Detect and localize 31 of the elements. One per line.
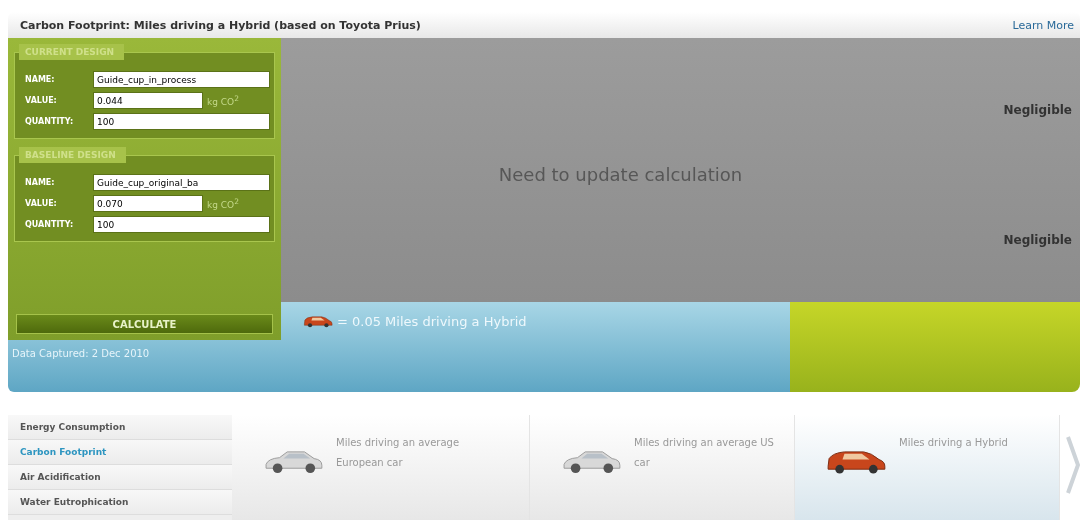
input-field[interactable]: 0.070: [93, 195, 203, 212]
input-field[interactable]: Guide_cup_in_process: [93, 71, 270, 88]
input-field[interactable]: 100: [93, 113, 270, 130]
field-label: QUANTITY:: [25, 117, 75, 126]
equivalence-text: = 0.05 Miles driving a Hybrid: [337, 313, 527, 329]
fieldset-legend: BASELINE DESIGN: [19, 147, 126, 163]
unit-label: kg CO$^{2}$: [206, 197, 240, 210]
menu-item[interactable]: Water Eutrophication: [8, 490, 232, 515]
field-label: VALUE:: [25, 199, 58, 208]
calculate-button[interactable]: CALCULATE: [16, 314, 273, 334]
menu-item[interactable]: Energy Consumption: [8, 415, 232, 440]
field-label: NAME:: [25, 178, 56, 187]
result-value: Negligible: [1003, 232, 1072, 247]
car-icon: [303, 314, 333, 328]
input-field[interactable]: Guide_cup_original_ba: [93, 174, 270, 191]
car-icon: [262, 449, 324, 474]
menu-item[interactable]: Air Acidification: [8, 465, 232, 490]
field-label: VALUE:: [25, 96, 58, 105]
status-message: Need to update calculation: [498, 164, 743, 186]
unit-label: kg CO$^{2}$: [206, 94, 240, 107]
data-captured-text: Data Captured: 2 Dec 2010: [11, 347, 151, 361]
panel-title: Carbon Footprint: Miles driving a Hybrid (based on Toyota Prius): [20, 18, 421, 32]
input-field[interactable]: 100: [93, 216, 270, 233]
field-label: NAME:: [25, 75, 56, 84]
car-icon: [560, 449, 622, 474]
result-value: Negligible: [1003, 103, 1072, 118]
input-field[interactable]: 0.044: [93, 92, 203, 109]
car-icon: [825, 449, 887, 474]
field-label: QUANTITY:: [25, 220, 75, 229]
fieldset-legend: CURRENT DESIGN: [19, 44, 125, 60]
learn-more-link[interactable]: Learn More: [1012, 18, 1074, 32]
